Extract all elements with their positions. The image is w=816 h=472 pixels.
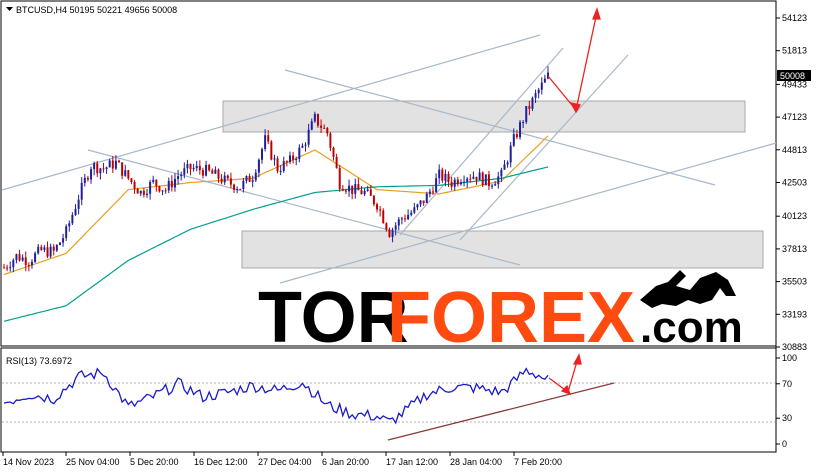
candle [484, 174, 487, 186]
time-tick-label: 16 Dec 12:00 [194, 457, 248, 467]
forex-chart: 50008 5412351813494334712344813425034012… [0, 0, 811, 467]
price-tick-label: 37813 [782, 244, 807, 254]
time-tick-label: 17 Jan 12:00 [386, 457, 438, 467]
support-zone [241, 230, 764, 269]
candle [338, 165, 341, 192]
time-tick-label: 5 Dec 20:00 [130, 457, 179, 467]
rsi-tick-label: 100 [782, 353, 797, 363]
brand-part3: .com [640, 303, 743, 352]
rsi-tick-label: 30 [782, 413, 792, 423]
time-tick-label: 14 Nov 2023 [3, 457, 54, 467]
price-tick-label: 51813 [782, 46, 807, 56]
price-tick-label: 49433 [782, 79, 807, 89]
candle [276, 156, 279, 174]
price-tick-label: 30883 [782, 342, 807, 352]
symbol-line: BTCUSD,H4 50195 50221 49656 50008 [16, 5, 177, 15]
brand-part2: FOREX [387, 278, 635, 358]
price-tick-label: 42503 [782, 178, 807, 188]
price-tick-label: 47123 [782, 112, 807, 122]
candle [239, 188, 242, 190]
rsi-pane-frame [0, 347, 777, 453]
time-tick-label: 7 Feb 20:00 [514, 457, 562, 467]
candle [481, 171, 484, 188]
candle [382, 208, 385, 224]
time-tick-label: 27 Dec 04:00 [258, 457, 312, 467]
time-tick-label: 6 Jan 20:00 [322, 457, 369, 467]
time-tick-label: 28 Jan 04:00 [450, 457, 502, 467]
rsi-tick-label: 70 [782, 379, 792, 389]
rsi-label: RSI(13) 73.6972 [6, 356, 72, 366]
price-tick-label: 44813 [782, 145, 807, 155]
brand-logo: TOR FOREX .com [258, 270, 743, 358]
rsi-axis: 100 70 30 0 [776, 353, 797, 449]
candle [270, 140, 273, 161]
candle [519, 119, 522, 140]
price-tick-label: 35503 [782, 277, 807, 287]
price-tick-label: 54123 [782, 13, 807, 23]
time-tick-label: 25 Nov 04:00 [66, 457, 120, 467]
rsi-tick-label: 0 [782, 439, 787, 449]
candle [525, 106, 528, 125]
resistance-zone [222, 100, 746, 133]
price-axis: 54123 51813 49433 47123 44813 42503 40123 37813… [776, 13, 807, 352]
time-axis: 14 Nov 2023 25 Nov 04:00 5 Dec 20:00 16 Dec… [2, 452, 562, 467]
price-tick-label: 33193 [782, 309, 807, 319]
price-tick-label: 40123 [782, 211, 807, 221]
